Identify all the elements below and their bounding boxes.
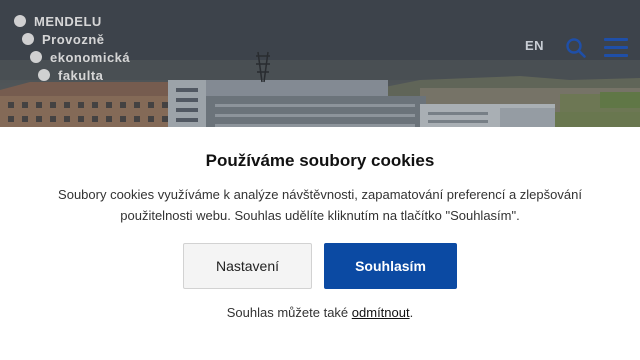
cookie-reject-link[interactable]: odmítnout xyxy=(352,305,410,320)
logo-text: fakulta xyxy=(58,67,104,83)
cookie-footer-text: Souhlas můžete také odmítnout. xyxy=(0,305,640,320)
logo-line: MENDELU xyxy=(14,12,102,30)
hamburger-menu-icon xyxy=(604,38,628,57)
cookie-description: Soubory cookies využíváme k analýze návš… xyxy=(58,187,582,223)
cookie-accept-button[interactable]: Souhlasím xyxy=(324,243,457,289)
logo-text: Provozně xyxy=(42,31,105,47)
logo-line: ekonomická xyxy=(30,48,130,66)
logo-dot-icon xyxy=(30,51,42,63)
logo-text: ekonomická xyxy=(50,49,131,65)
cookie-title: Používáme soubory cookies xyxy=(205,151,435,170)
menu-button[interactable] xyxy=(604,38,628,58)
logo-line: Provozně xyxy=(22,30,105,48)
logo-dot-icon xyxy=(38,69,50,81)
cookie-footer-suffix: . xyxy=(409,305,414,320)
logo-line: fakulta xyxy=(38,66,103,84)
cookie-footer-prefix: Souhlas můžete také xyxy=(226,305,352,320)
language-switch-link[interactable]: EN xyxy=(525,38,544,53)
cookie-consent-panel: Používáme soubory cookies Soubory cookie… xyxy=(0,127,640,360)
search-icon xyxy=(566,38,586,58)
mendelu-logo[interactable]: MENDELU Provozně ekonomická fakulta xyxy=(14,10,164,85)
logo-dot-icon xyxy=(22,33,34,45)
search-button[interactable] xyxy=(565,37,587,59)
logo-text: MENDELU xyxy=(34,13,102,29)
cookie-settings-button[interactable]: Nastavení xyxy=(183,243,312,289)
logo-dot-icon xyxy=(14,15,26,27)
